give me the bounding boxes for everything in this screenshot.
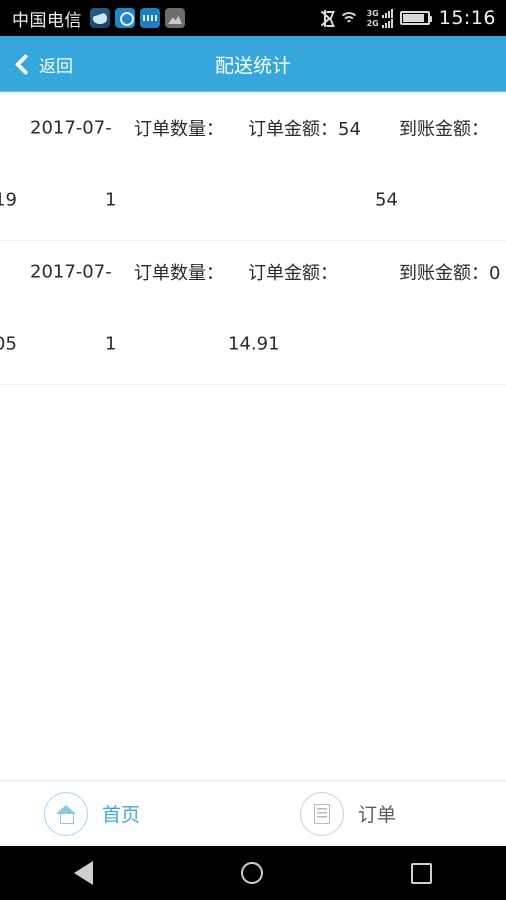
nav-back-icon[interactable] bbox=[74, 861, 93, 885]
signal-icon: 3G 2G bbox=[366, 8, 393, 28]
bluetooth-icon bbox=[320, 9, 331, 27]
table-row[interactable]: 2017-07- 订单数量： 订单金额： 到账金额：0 05 1 14.91 bbox=[0, 236, 506, 385]
network-2g-label: 2G bbox=[366, 18, 379, 28]
statistics-list[interactable]: 2017-07- 订单数量： 订单金额：54 到账金额： 19 1 54 201… bbox=[0, 92, 506, 780]
app-icon-calendar bbox=[140, 8, 160, 28]
tab-home-label: 首页 bbox=[102, 804, 141, 826]
app-root: 中国电信 3G 2G 15:16 返回 配送统计 2017-07- 订单数量： … bbox=[0, 0, 506, 900]
carrier-label: 中国电信 bbox=[12, 10, 82, 31]
android-nav-bar bbox=[0, 846, 506, 900]
document-icon bbox=[300, 791, 345, 836]
status-bar: 中国电信 3G 2G 15:16 bbox=[0, 0, 506, 36]
network-3g-label: 3G bbox=[366, 8, 379, 18]
back-button[interactable]: 返回 bbox=[0, 52, 73, 77]
app-icon-gallery bbox=[165, 8, 185, 28]
row-amount-label: 订单金额： bbox=[248, 263, 338, 284]
bottom-tab-bar: 首页 订单 bbox=[0, 780, 506, 846]
row-date: 2017-07- bbox=[30, 117, 112, 139]
tab-orders[interactable]: 订单 bbox=[300, 791, 397, 836]
status-right-icons: 3G 2G 15:16 bbox=[320, 7, 496, 29]
row-count-label: 订单数量： bbox=[134, 119, 224, 140]
clock-label: 15:16 bbox=[438, 7, 496, 29]
home-icon bbox=[44, 791, 88, 836]
row-received-label: 到账金额： bbox=[399, 119, 489, 140]
row-amount-label: 订单金额：54 bbox=[248, 119, 361, 140]
status-app-icons bbox=[90, 8, 185, 28]
row-amount-value: 14.91 bbox=[228, 333, 280, 355]
row-date-wrapped: 05 bbox=[0, 333, 17, 355]
row-count-label: 订单数量： bbox=[134, 263, 224, 284]
chevron-left-icon bbox=[14, 56, 30, 72]
battery-icon bbox=[399, 11, 432, 25]
row-count-value: 1 bbox=[105, 189, 117, 211]
row-line-wrapped: 05 1 14.91 bbox=[0, 308, 506, 380]
page-header: 返回 配送统计 bbox=[0, 36, 506, 92]
row-date-wrapped: 19 bbox=[0, 189, 17, 211]
row-line-primary: 2017-07- 订单数量： 订单金额：54 到账金额： bbox=[0, 92, 506, 164]
tab-home[interactable]: 首页 bbox=[44, 791, 141, 836]
row-received-label: 到账金额：0 bbox=[399, 263, 501, 284]
row-count-value: 1 bbox=[105, 333, 117, 355]
nav-home-icon[interactable] bbox=[241, 862, 263, 884]
app-icon-weather bbox=[90, 8, 110, 28]
row-received-value: 54 bbox=[375, 189, 398, 211]
app-icon-location bbox=[115, 8, 135, 28]
row-separator bbox=[0, 384, 506, 385]
nav-recent-icon[interactable] bbox=[411, 862, 432, 884]
wifi-icon bbox=[338, 10, 360, 26]
back-button-label: 返回 bbox=[39, 56, 73, 77]
row-date: 2017-07- bbox=[30, 261, 112, 283]
page-title: 配送统计 bbox=[214, 54, 291, 77]
row-line-wrapped: 19 1 54 bbox=[0, 164, 506, 236]
tab-orders-label: 订单 bbox=[358, 804, 397, 826]
table-row[interactable]: 2017-07- 订单数量： 订单金额：54 到账金额： 19 1 54 bbox=[0, 92, 506, 241]
row-line-primary: 2017-07- 订单数量： 订单金额： 到账金额：0 bbox=[0, 236, 506, 308]
